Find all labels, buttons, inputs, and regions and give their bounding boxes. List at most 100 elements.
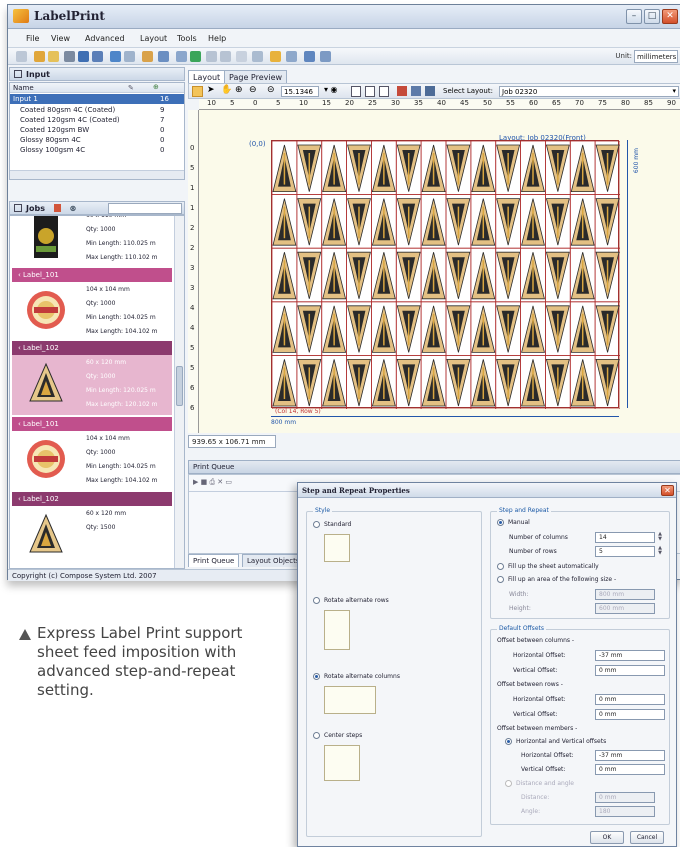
unit-select[interactable]: millimeters xyxy=(634,50,678,63)
menu-tools[interactable]: Tools xyxy=(177,34,197,43)
manual-label: Manual xyxy=(508,519,530,526)
mem-horizontal-field[interactable]: -37 mm xyxy=(595,750,665,761)
print-queue-controls[interactable]: ▶ ■ ⎙ ✕ ▭ xyxy=(193,478,232,487)
zoom-in-icon[interactable]: ⊕ xyxy=(235,85,243,95)
folder-icon[interactable] xyxy=(48,51,59,62)
zoom-out-icon[interactable]: ⊖ xyxy=(249,85,257,95)
tab-page-preview[interactable]: Page Preview xyxy=(224,70,288,83)
minimize-button[interactable]: – xyxy=(626,9,642,24)
tab-layout-objects[interactable]: Layout Objects xyxy=(242,554,305,567)
distance-angle-radio[interactable] xyxy=(505,780,512,787)
filter-icon[interactable] xyxy=(176,51,187,62)
imposition-sheet[interactable] xyxy=(271,140,621,410)
close-button[interactable]: ✕ xyxy=(662,9,678,24)
job-search-input[interactable] xyxy=(108,203,182,214)
hv-offsets-radio[interactable] xyxy=(505,738,512,745)
ok-button[interactable]: OK xyxy=(590,831,624,844)
print-icon[interactable] xyxy=(92,51,103,62)
distribute-icon[interactable] xyxy=(425,86,435,96)
job-header[interactable]: ‹ Label_102 xyxy=(12,341,172,355)
job-file-icon[interactable] xyxy=(53,204,61,212)
manual-radio[interactable] xyxy=(497,519,504,526)
input-group-row[interactable]: Input 1 16 xyxy=(10,94,184,104)
dialog-close-button[interactable]: ✕ xyxy=(661,485,674,496)
undo-icon[interactable] xyxy=(110,51,121,62)
mem-vertical-field[interactable]: 0 mm xyxy=(595,764,665,775)
col-horizontal-field[interactable]: -37 mm xyxy=(595,650,665,661)
job-header[interactable]: ‹ Label_101 xyxy=(12,268,172,282)
table-icon[interactable] xyxy=(286,51,297,62)
menu-view[interactable]: View xyxy=(51,34,70,43)
menu-help[interactable]: Help xyxy=(208,34,226,43)
col-vertical-field[interactable]: 0 mm xyxy=(595,665,665,676)
cancel-button[interactable]: Cancel xyxy=(630,831,664,844)
width-field[interactable]: 800 mm xyxy=(595,589,655,600)
report-icon[interactable] xyxy=(252,51,263,62)
style-center-steps-radio[interactable] xyxy=(313,732,320,739)
select-layout-dropdown[interactable]: Job 02320 ▾ xyxy=(499,86,679,97)
input-item[interactable]: Coated 80gsm 4C (Coated) 9 xyxy=(10,105,184,115)
angle-field[interactable]: 180 xyxy=(595,806,655,817)
delete-icon[interactable] xyxy=(64,51,75,62)
select-tool-icon[interactable] xyxy=(192,86,203,97)
fill-sheet-radio[interactable] xyxy=(497,563,504,570)
zoom-input[interactable]: 15.1346 xyxy=(281,86,319,97)
page-icon[interactable] xyxy=(351,86,361,97)
style-rotate-columns-radio[interactable] xyxy=(313,673,320,680)
hand-icon[interactable]: ✋ xyxy=(221,85,232,95)
zoom-slider-icon[interactable]: ▾ ◉ xyxy=(324,85,338,94)
fill-area-radio[interactable] xyxy=(497,576,504,583)
edit-icon[interactable]: ✎ xyxy=(128,84,134,92)
redo-icon[interactable] xyxy=(124,51,135,62)
scrollbar-thumb[interactable] xyxy=(176,366,183,406)
horizontal-scrollbar[interactable] xyxy=(10,170,184,179)
height-field[interactable]: 600 mm xyxy=(595,603,655,614)
preview-icon[interactable] xyxy=(206,51,217,62)
refresh-icon[interactable] xyxy=(190,51,201,62)
export-icon[interactable] xyxy=(220,51,231,62)
num-rows-field[interactable]: 5 xyxy=(595,546,655,557)
input-item[interactable]: Coated 120gsm BW 0 xyxy=(10,125,184,135)
distance-field[interactable]: 0 mm xyxy=(595,792,655,803)
page-copy-icon[interactable] xyxy=(365,86,375,97)
collapse-icon[interactable] xyxy=(14,70,22,78)
row-vertical-field[interactable]: 0 mm xyxy=(595,709,665,720)
job-header[interactable]: ‹ Label_101 xyxy=(12,417,172,431)
menu-file[interactable]: File xyxy=(26,34,39,43)
style-standard-radio[interactable] xyxy=(313,521,320,528)
menu-advanced[interactable]: Advanced xyxy=(85,34,125,43)
zoom-reset-icon[interactable]: ⊝ xyxy=(267,85,275,95)
binoculars-icon[interactable]: ⊗ xyxy=(70,204,77,213)
tab-print-queue[interactable]: Print Queue xyxy=(188,554,240,567)
page-paste-icon[interactable] xyxy=(379,86,389,97)
open-icon[interactable] xyxy=(34,51,45,62)
save-icon[interactable] xyxy=(78,51,89,62)
new-icon[interactable] xyxy=(16,51,27,62)
input-item[interactable]: Glossy 100gsm 4C 0 xyxy=(10,145,184,155)
layout-icon[interactable] xyxy=(142,51,153,62)
align-icon[interactable] xyxy=(411,86,421,96)
layout-canvas[interactable]: (0,0) Layout: Job 02320(Front) 600 mm 80… xyxy=(199,110,680,433)
pointer-icon[interactable]: ➤ xyxy=(207,85,215,95)
maximize-button[interactable]: □ xyxy=(644,9,660,24)
style-rotate-rows-radio[interactable] xyxy=(313,597,320,604)
input-item[interactable]: Coated 120gsm 4C (Coated) 7 xyxy=(10,115,184,125)
page-icon[interactable] xyxy=(158,51,169,62)
job-header[interactable]: ‹ Label_102 xyxy=(12,492,172,506)
grid-icon[interactable] xyxy=(270,51,281,62)
column-name-header[interactable]: Name xyxy=(13,84,34,92)
num-rows-spinner[interactable]: ▲ ▼ xyxy=(657,546,663,557)
collapse-icon[interactable] xyxy=(14,204,22,212)
menu-layout[interactable]: Layout xyxy=(140,34,167,43)
settings-icon[interactable] xyxy=(236,51,247,62)
num-columns-spinner[interactable]: ▲ ▼ xyxy=(657,532,663,543)
tile-icon[interactable] xyxy=(320,51,331,62)
input-item[interactable]: Glossy 80gsm 4C 0 xyxy=(10,135,184,145)
tab-layout[interactable]: Layout xyxy=(188,70,226,83)
input-item-name: Glossy 80gsm 4C xyxy=(20,136,81,144)
row-horizontal-field[interactable]: 0 mm xyxy=(595,694,665,705)
vertical-scrollbar[interactable] xyxy=(174,216,184,568)
marker-icon[interactable] xyxy=(397,86,407,96)
num-columns-field[interactable]: 14 xyxy=(595,532,655,543)
window-icon[interactable] xyxy=(304,51,315,62)
